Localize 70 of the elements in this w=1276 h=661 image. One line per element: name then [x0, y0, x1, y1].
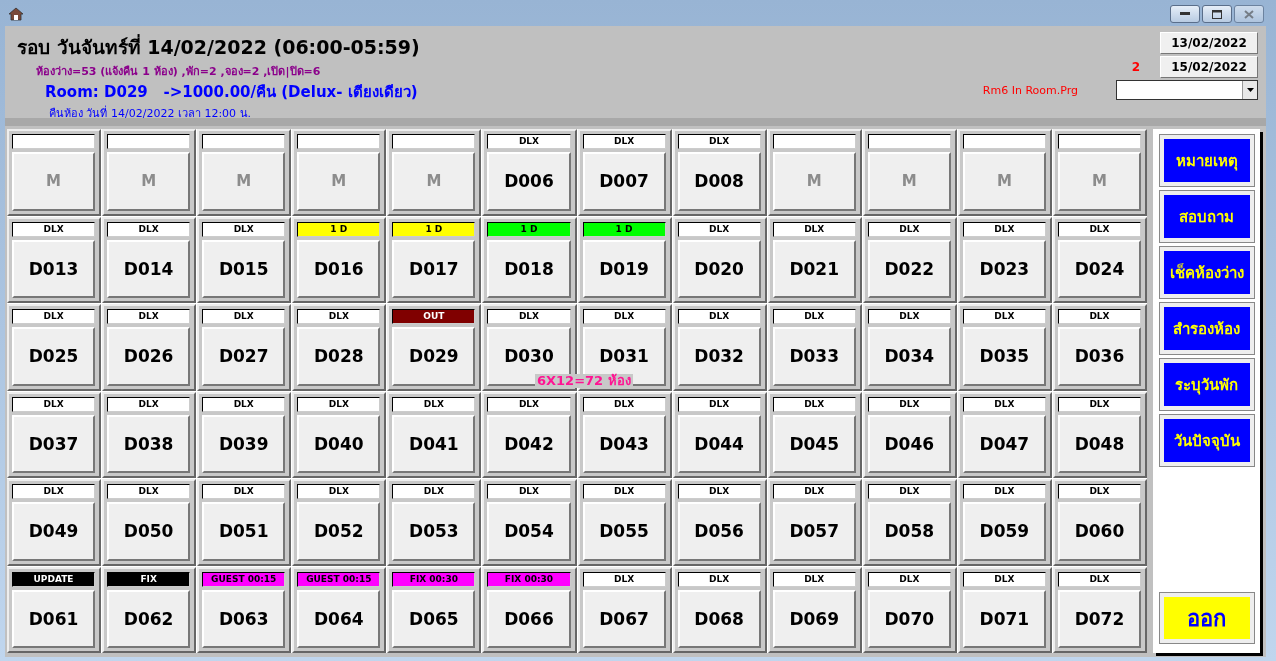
room-tag: DLX	[12, 309, 96, 324]
room-tag: 1 D	[297, 221, 381, 237]
room-tag: DLX	[487, 309, 571, 324]
room-tag: FIX 00:30	[487, 571, 571, 587]
room-tag: DLX	[202, 309, 286, 324]
room-tag: DLX	[107, 309, 191, 324]
room-tag: DLX	[962, 484, 1046, 499]
room-tag: DLX	[677, 309, 761, 324]
room-tag: DLX	[677, 221, 761, 237]
room-tag: GUEST 00:15	[297, 571, 381, 587]
shift-title: รอบ วันจันทร์ที่ 14/02/2022 (06:00-05:59)	[17, 33, 420, 60]
room-tag: DLX	[1057, 221, 1141, 237]
room-tag: DLX	[962, 396, 1046, 412]
room-tag: DLX	[1057, 484, 1141, 499]
room-tag: DLX	[772, 309, 856, 324]
room-tag: DLX	[582, 571, 666, 587]
room-tag: DLX	[772, 571, 856, 587]
checkout-text: คืนห้อง วันที่ 14/02/2022 เวลา 12:00 น.	[49, 104, 253, 122]
room-tag: DLX	[487, 396, 571, 412]
room-tag: DLX	[107, 484, 191, 499]
room-tag: OUT	[392, 309, 476, 324]
room-tag: DLX	[582, 396, 666, 412]
room-tag: UPDATE	[12, 571, 96, 587]
room-tag: DLX	[12, 396, 96, 412]
room-tag: DLX	[582, 484, 666, 499]
room-tag: DLX	[867, 571, 951, 587]
room-tag: 1 D	[487, 221, 571, 237]
room-tag: FIX 00:30	[392, 571, 476, 587]
room-tag: DLX	[12, 484, 96, 499]
room-tag: FIX	[107, 571, 191, 587]
room-tag: 1 D	[582, 221, 666, 237]
room-stats: ห้องว่าง=53 (แจ้งคืน 1 ห้อง) ,พัก=2 ,จอง=2 ,เปิด|ปิด=6	[36, 64, 322, 80]
room-tag: DLX	[487, 484, 571, 499]
room-tag: DLX	[107, 396, 191, 412]
room-tag: DLX	[677, 484, 761, 499]
room-tag: GUEST 00:15	[202, 571, 286, 587]
room-tag: 1 D	[392, 221, 476, 237]
room-tag: DLX	[487, 134, 571, 149]
room-tag: DLX	[202, 221, 286, 237]
room-tag: DLX	[1057, 396, 1141, 412]
room-tag: DLX	[962, 221, 1046, 237]
room-tag: DLX	[297, 484, 381, 499]
room-tag: DLX	[1057, 571, 1141, 587]
room-tag: DLX	[297, 396, 381, 412]
room-tag: DLX	[582, 134, 666, 149]
room-tag: DLX	[677, 396, 761, 412]
room-tag: DLX	[12, 221, 96, 237]
room-tag: DLX	[867, 484, 951, 499]
room-tag: DLX	[582, 309, 666, 324]
room-tag: DLX	[962, 309, 1046, 324]
room-tag: DLX	[772, 221, 856, 237]
room-tag: DLX	[772, 484, 856, 499]
room-tag: DLX	[297, 309, 381, 324]
program-label: Rm6 In Room.Prg	[982, 83, 1078, 97]
room-tag: DLX	[962, 571, 1046, 587]
room-tag: DLX	[677, 571, 761, 587]
room-tag: DLX	[202, 484, 286, 499]
count-label: 2	[1131, 60, 1140, 74]
room-tag: DLX	[202, 396, 286, 412]
room-tag: DLX	[867, 309, 951, 324]
room-count-tooltip: 6X12=72 ห้อง	[535, 374, 633, 388]
room-tag: DLX	[392, 396, 476, 412]
room-tag: DLX	[772, 396, 856, 412]
room-tag: DLX	[677, 134, 761, 149]
room-tag: DLX	[867, 396, 951, 412]
room-tag: DLX	[867, 221, 951, 237]
room-info: Room: D029 ->1000.00/คืน (Delux- เตียงเดียว)	[45, 82, 419, 103]
room-tag: DLX	[1057, 309, 1141, 324]
room-tag: DLX	[107, 221, 191, 237]
room-tag: DLX	[392, 484, 476, 499]
